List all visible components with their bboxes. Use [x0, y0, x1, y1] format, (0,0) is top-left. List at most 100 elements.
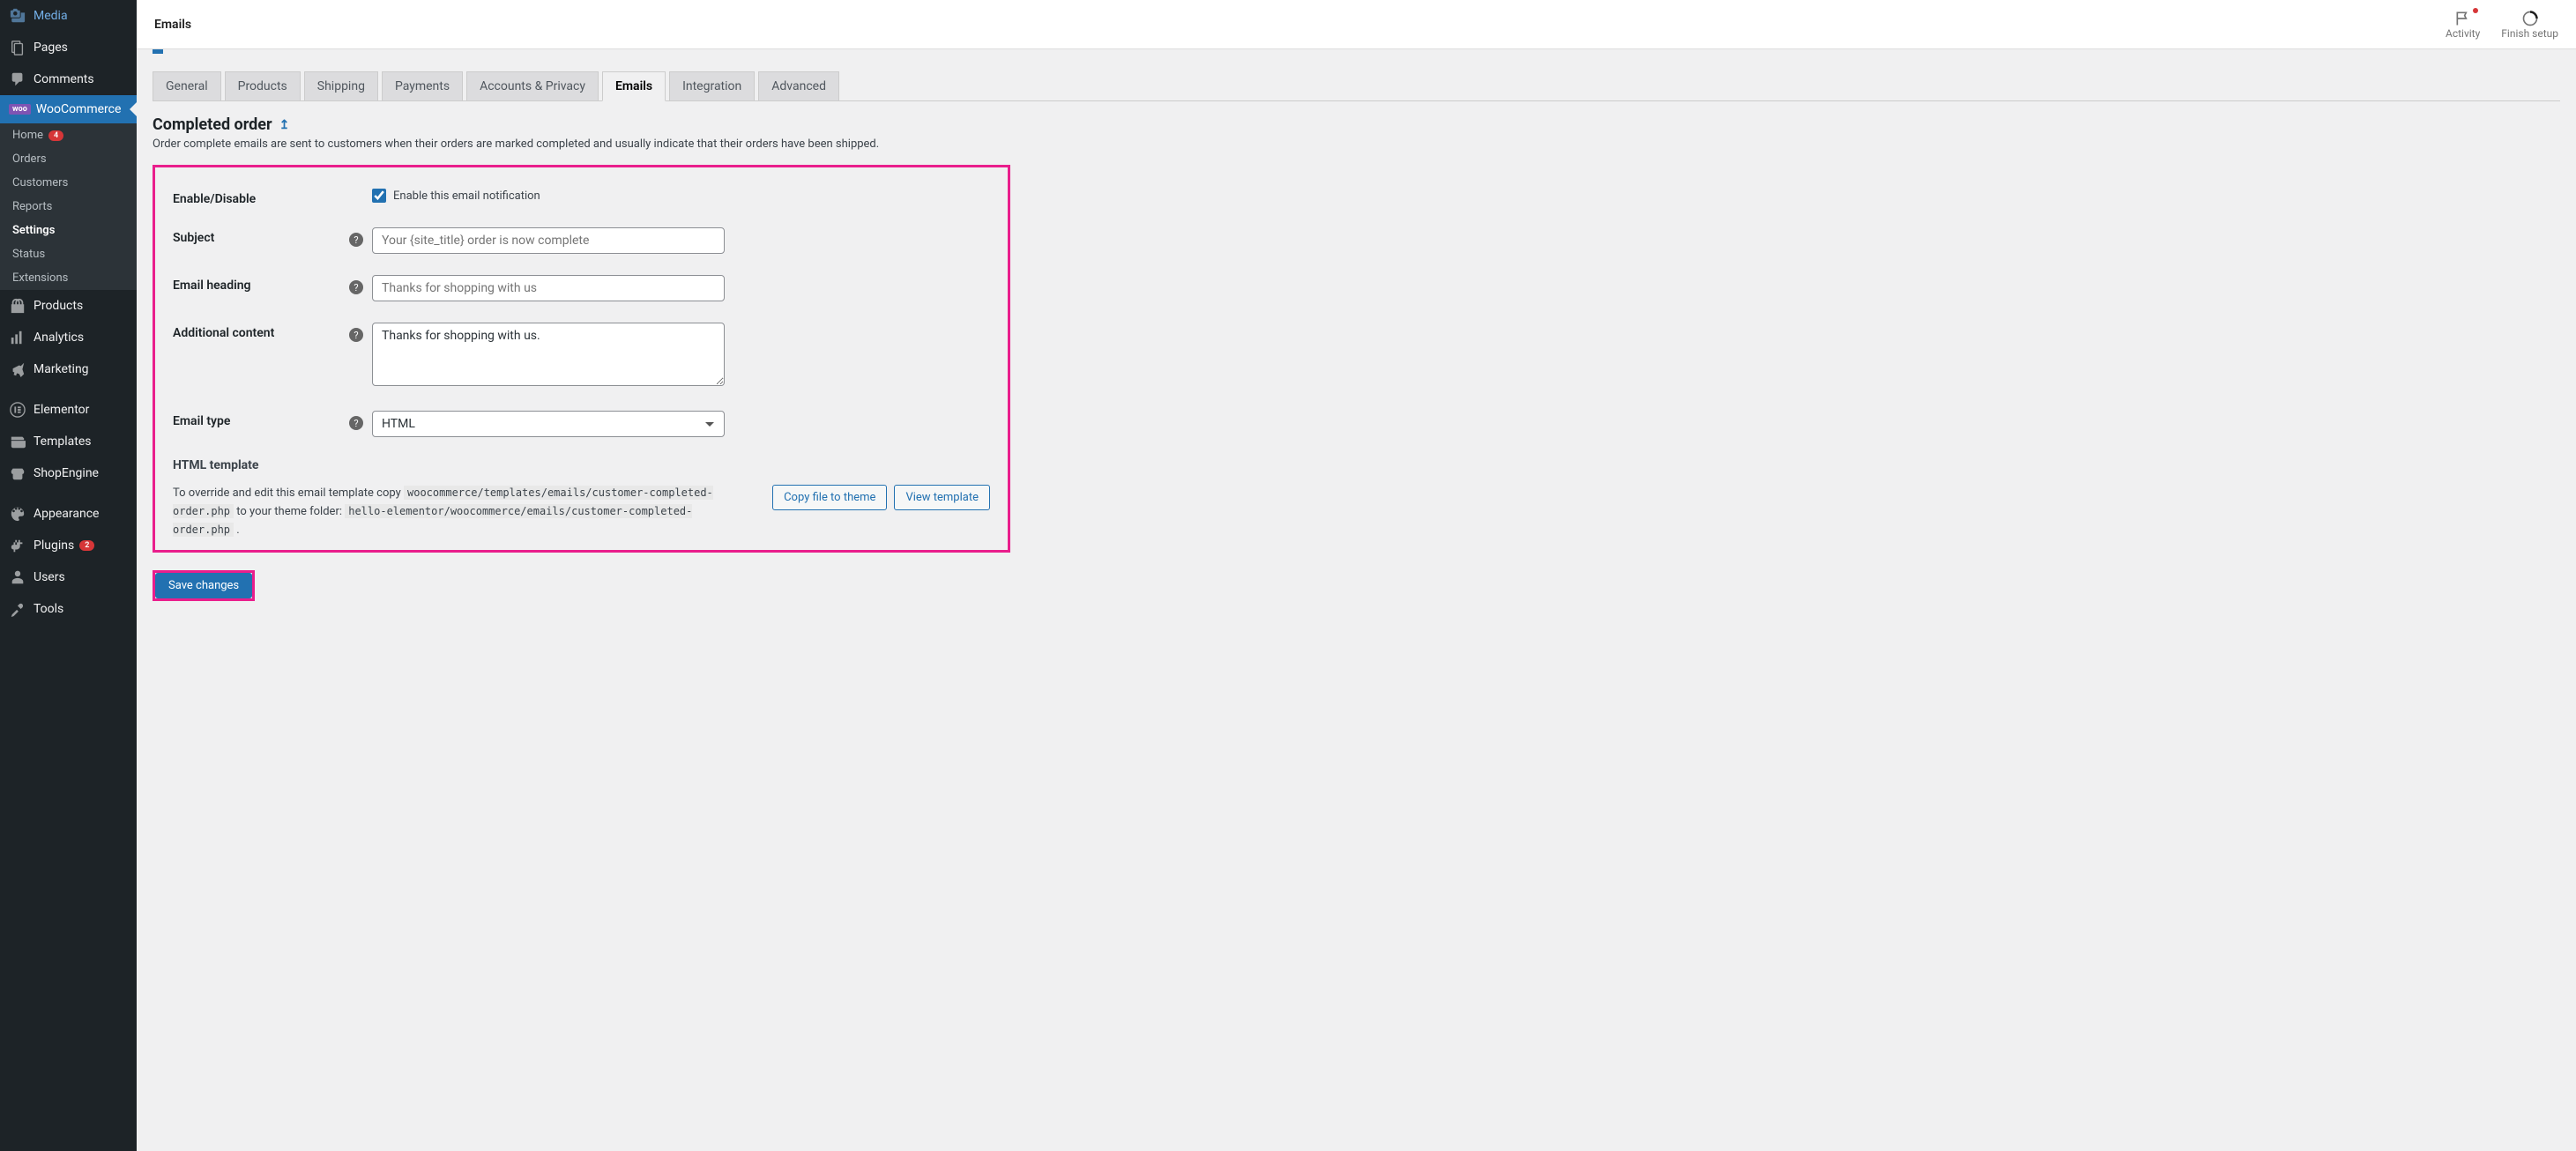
settings-tabs: General Products Shipping Payments Accou…	[153, 71, 2560, 101]
sidebar-item-label: Marketing	[34, 362, 89, 376]
submenu-reports[interactable]: Reports	[0, 195, 137, 219]
sidebar-item-appearance[interactable]: Appearance	[0, 498, 137, 530]
submenu-settings[interactable]: Settings	[0, 219, 137, 242]
enable-disable-label: Enable/Disable	[173, 189, 349, 206]
appearance-icon	[9, 505, 26, 523]
subject-label: Subject	[173, 227, 349, 245]
tab-emails[interactable]: Emails	[602, 71, 666, 101]
sidebar-item-label: Appearance	[34, 507, 99, 521]
submenu-label: Status	[12, 248, 45, 261]
submenu-label: Customers	[12, 176, 68, 189]
page-title: Emails	[154, 18, 191, 32]
shopengine-icon	[9, 464, 26, 482]
save-changes-button[interactable]: Save changes	[155, 573, 252, 598]
topbar: Emails Activity Finish setup	[137, 0, 2576, 49]
sidebar-item-label: Elementor	[34, 403, 89, 417]
media-icon	[9, 7, 26, 25]
sidebar-item-label: Plugins	[34, 538, 74, 553]
woocommerce-submenu: Home4 Orders Customers Reports Settings …	[0, 123, 137, 290]
sidebar-item-label: Tools	[34, 602, 63, 616]
finish-setup-button[interactable]: Finish setup	[2501, 10, 2558, 40]
enable-checkbox[interactable]	[372, 189, 386, 203]
tab-advanced[interactable]: Advanced	[758, 71, 839, 100]
help-icon[interactable]: ?	[349, 328, 363, 342]
submenu-status[interactable]: Status	[0, 242, 137, 266]
tab-accounts-privacy[interactable]: Accounts & Privacy	[466, 71, 599, 100]
badge: 2	[79, 540, 94, 551]
products-icon	[9, 297, 26, 315]
notification-dot	[2473, 8, 2478, 13]
template-text-suffix: .	[236, 524, 239, 537]
submenu-label: Settings	[12, 224, 55, 237]
marketing-icon	[9, 360, 26, 378]
accent-bar	[153, 49, 163, 54]
sidebar-item-marketing[interactable]: Marketing	[0, 353, 137, 385]
email-settings-form: Enable/Disable Enable this email notific…	[153, 165, 1010, 553]
section-description: Order complete emails are sent to custom…	[153, 137, 2560, 151]
sidebar-item-comments[interactable]: Comments	[0, 63, 137, 95]
templates-icon	[9, 433, 26, 450]
sidebar-item-label: Users	[34, 570, 65, 584]
sidebar-item-templates[interactable]: Templates	[0, 426, 137, 457]
sidebar-item-woocommerce[interactable]: woo WooCommerce	[0, 95, 137, 123]
submenu-extensions[interactable]: Extensions	[0, 266, 137, 290]
html-template-heading: HTML template	[173, 458, 990, 472]
tab-products[interactable]: Products	[225, 71, 301, 100]
plugins-icon	[9, 537, 26, 554]
tab-payments[interactable]: Payments	[382, 71, 463, 100]
template-text-prefix: To override and edit this email template…	[173, 486, 401, 500]
sidebar-item-label: Comments	[34, 72, 94, 86]
tab-integration[interactable]: Integration	[669, 71, 755, 100]
sidebar-item-label: Products	[34, 299, 83, 313]
sidebar-item-pages[interactable]: Pages	[0, 32, 137, 63]
additional-content-label: Additional content	[173, 323, 349, 340]
activity-button[interactable]: Activity	[2446, 10, 2480, 40]
submenu-home[interactable]: Home4	[0, 123, 137, 147]
help-icon[interactable]: ?	[349, 280, 363, 294]
woocommerce-icon: woo	[9, 104, 31, 115]
sidebar-item-media[interactable]: Media	[0, 0, 137, 32]
section-heading: Completed order ↥	[153, 115, 2560, 134]
submenu-label: Orders	[12, 152, 47, 166]
topbar-action-label: Activity	[2446, 27, 2480, 40]
template-override-text: To override and edit this email template…	[173, 485, 746, 539]
content-area: General Products Shipping Payments Accou…	[137, 49, 2576, 627]
copy-file-button[interactable]: Copy file to theme	[772, 485, 887, 510]
additional-content-textarea[interactable]	[372, 323, 725, 386]
sidebar-item-shopengine[interactable]: ShopEngine	[0, 457, 137, 489]
help-icon[interactable]: ?	[349, 233, 363, 247]
main-content: Emails Activity Finish setup General Pro…	[137, 0, 2576, 1151]
tools-icon	[9, 600, 26, 618]
sidebar-item-analytics[interactable]: Analytics	[0, 322, 137, 353]
tab-general[interactable]: General	[153, 71, 221, 100]
flag-icon	[2454, 10, 2472, 27]
tab-shipping[interactable]: Shipping	[304, 71, 378, 100]
sidebar-item-label: Pages	[34, 41, 68, 55]
enable-checkbox-label: Enable this email notification	[393, 189, 540, 203]
sidebar-item-elementor[interactable]: Elementor	[0, 394, 137, 426]
email-heading-label: Email heading	[173, 275, 349, 293]
submenu-label: Reports	[12, 200, 52, 213]
sidebar-item-plugins[interactable]: Plugins 2	[0, 530, 137, 561]
elementor-icon	[9, 401, 26, 419]
back-link[interactable]: ↥	[279, 118, 290, 132]
help-icon[interactable]: ?	[349, 416, 363, 430]
progress-icon	[2521, 10, 2539, 27]
admin-sidebar: Media Pages Comments woo WooCommerce Hom…	[0, 0, 137, 1151]
comments-icon	[9, 71, 26, 88]
sidebar-item-products[interactable]: Products	[0, 290, 137, 322]
submenu-orders[interactable]: Orders	[0, 147, 137, 171]
template-text-mid: to your theme folder:	[236, 505, 342, 518]
email-type-select[interactable]: HTML	[372, 411, 725, 437]
section-heading-text: Completed order	[153, 115, 272, 134]
submenu-customers[interactable]: Customers	[0, 171, 137, 195]
subject-input[interactable]	[372, 227, 725, 254]
sidebar-item-users[interactable]: Users	[0, 561, 137, 593]
sidebar-item-label: Analytics	[34, 330, 84, 345]
email-heading-input[interactable]	[372, 275, 725, 301]
analytics-icon	[9, 329, 26, 346]
sidebar-item-label: ShopEngine	[34, 466, 99, 480]
submenu-label: Home	[12, 129, 43, 142]
view-template-button[interactable]: View template	[894, 485, 990, 510]
sidebar-item-tools[interactable]: Tools	[0, 593, 137, 625]
